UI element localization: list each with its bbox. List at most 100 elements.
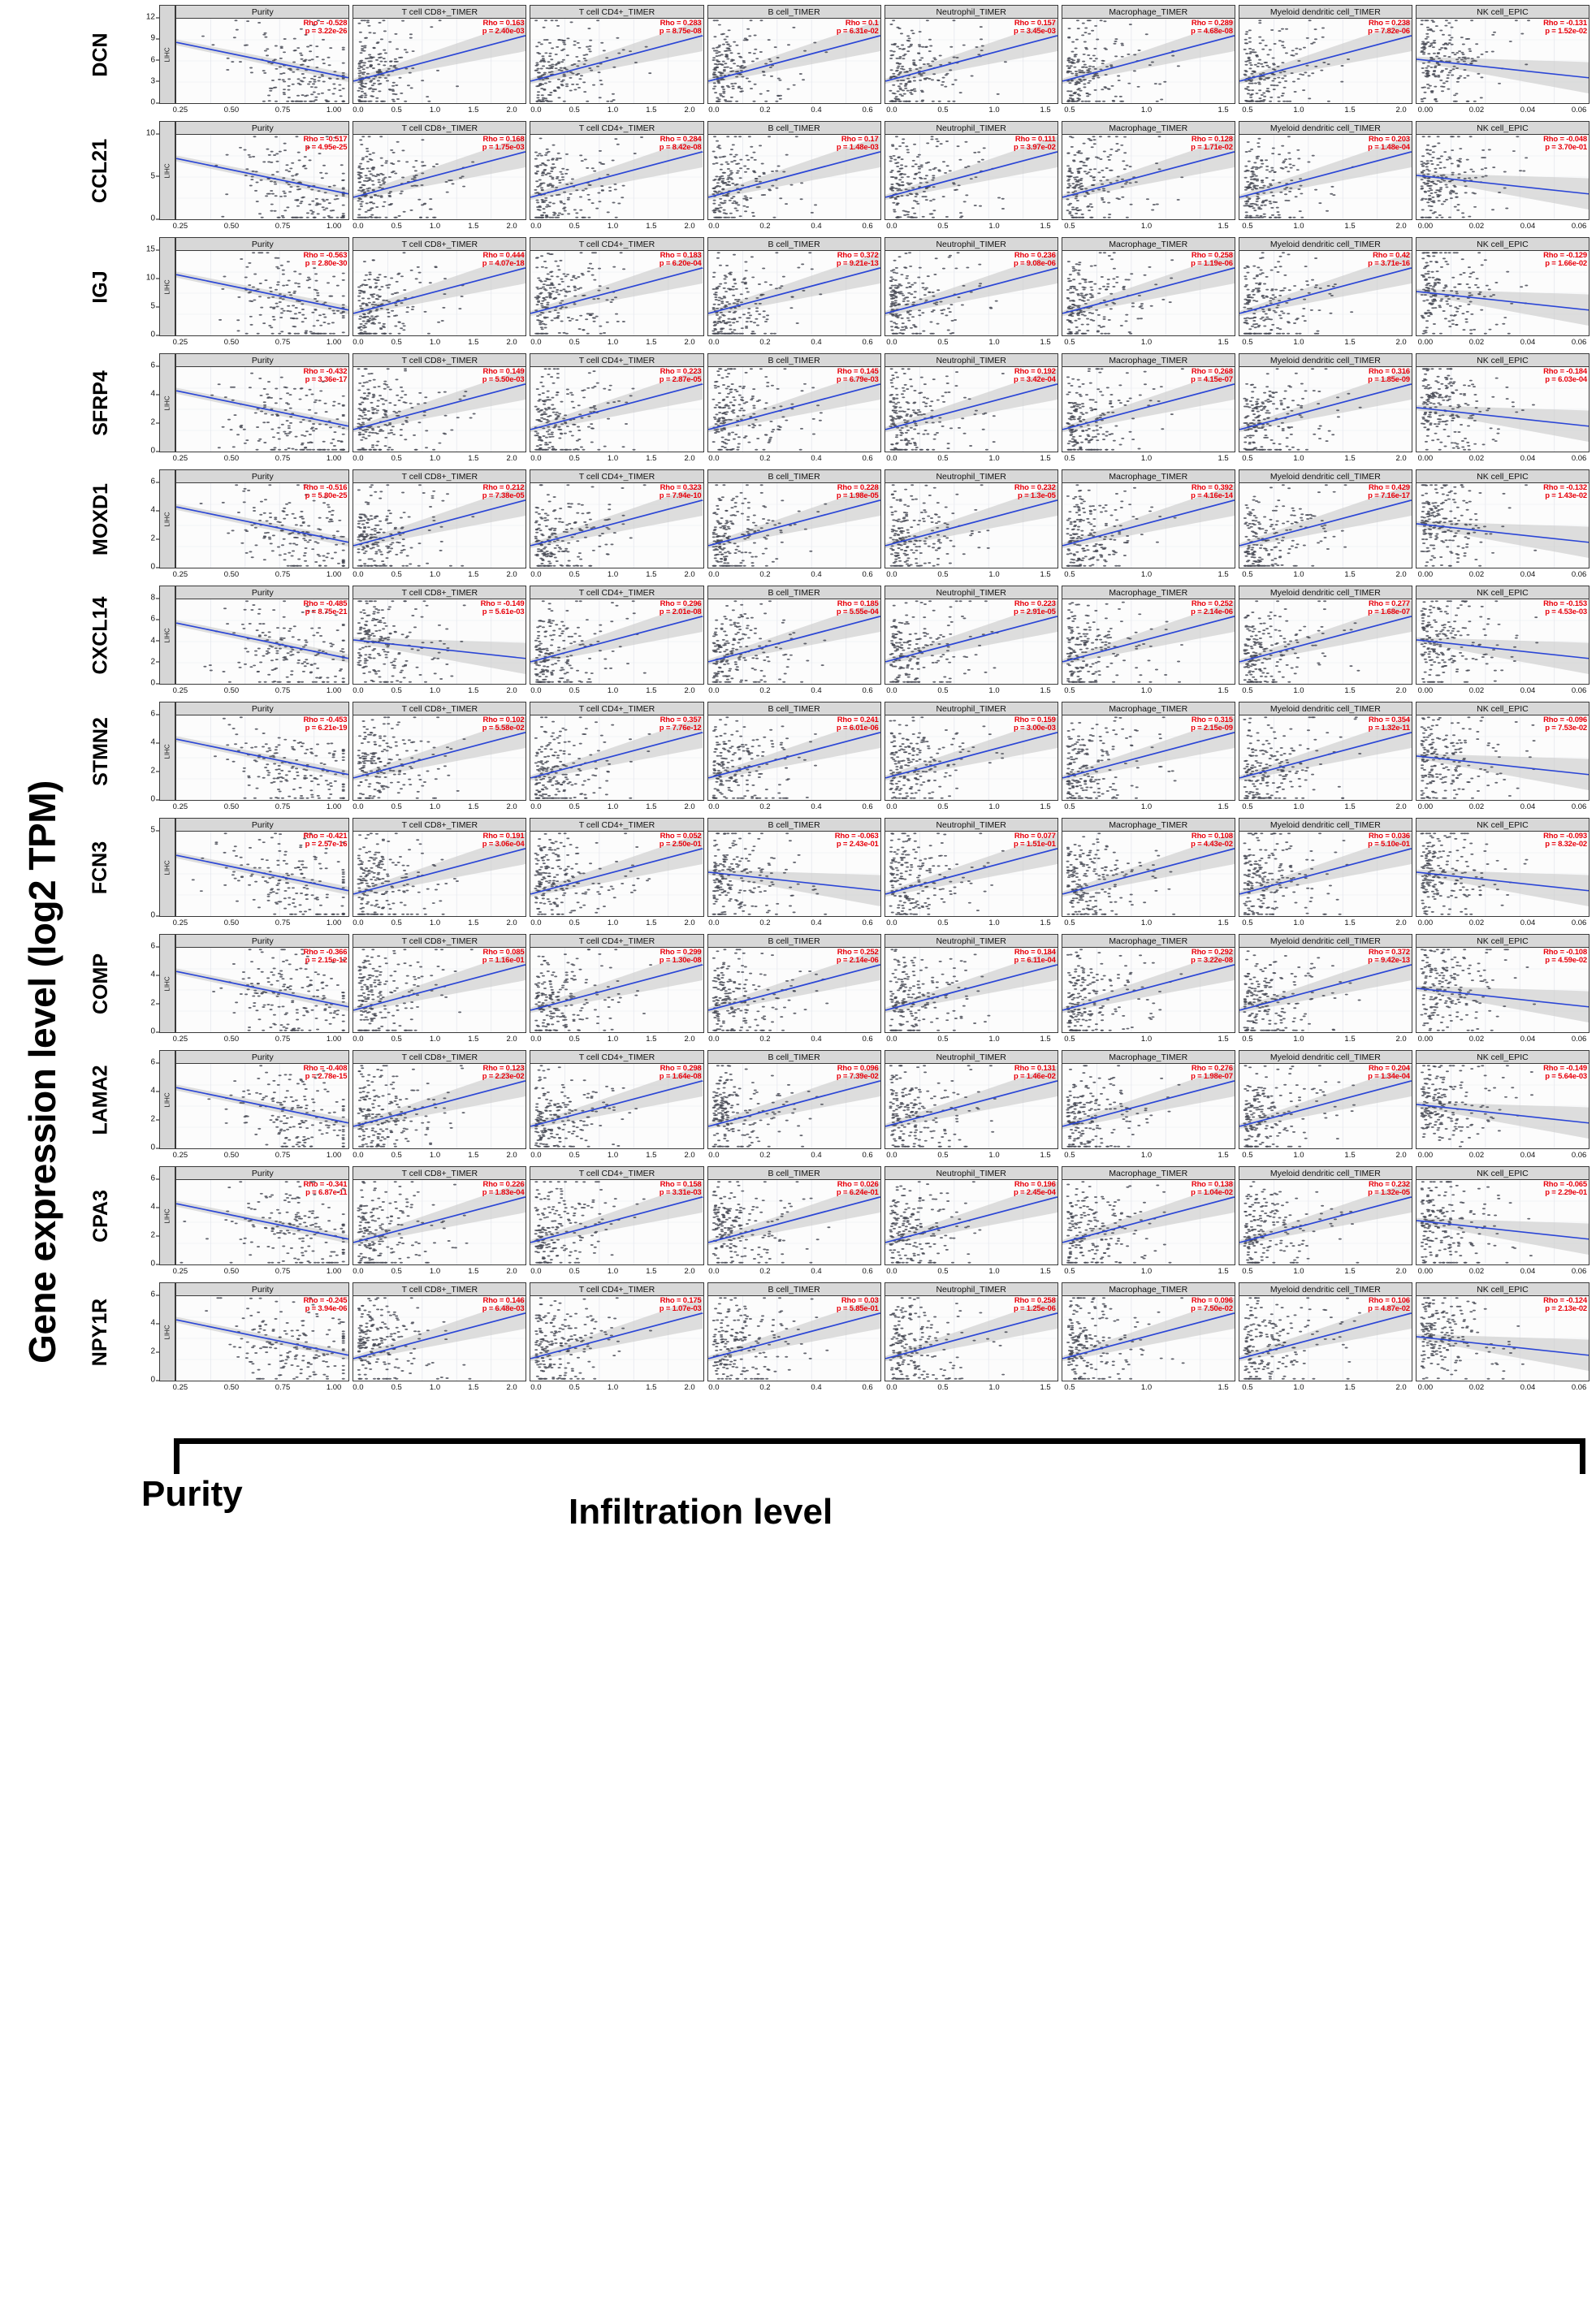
scatter-panel[interactable]: Myeloid dendritic cell_TIMER Rho = 0.232 p…: [1238, 1166, 1412, 1265]
scatter-panel[interactable]: T cell CD4+_TIMER Rho = 0.298 p = 1.64e-08: [530, 1050, 704, 1149]
scatter-panel[interactable]: T cell CD8+_TIMER Rho = 0.444 p = 4.07e-18: [353, 237, 527, 336]
scatter-panel[interactable]: B cell_TIMER Rho = 0.185 p = 5.55e-04: [707, 586, 881, 685]
scatter-panel[interactable]: T cell CD8+_TIMER Rho = 0.163 p = 2.40e-03: [353, 5, 527, 104]
scatter-panel[interactable]: Neutrophil_TIMER Rho = 0.159 p = 3.00e-03: [884, 702, 1058, 801]
scatter-panel[interactable]: Purity Rho = -0.517 p = 4.95e-25: [175, 121, 350, 220]
scatter-panel[interactable]: Myeloid dendritic cell_TIMER Rho = 0.036 p…: [1238, 818, 1412, 917]
scatter-panel[interactable]: Purity Rho = -0.432 p = 3.36e-17: [175, 353, 350, 452]
scatter-panel[interactable]: Neutrophil_TIMER Rho = 0.196 p = 2.45e-04: [884, 1166, 1058, 1265]
scatter-panel[interactable]: Myeloid dendritic cell_TIMER Rho = 0.203 p…: [1238, 121, 1412, 220]
panel-header-1: T cell CD8+_TIMER: [353, 237, 527, 251]
scatter-panel[interactable]: Purity Rho = -0.408 p = 2.78e-15: [175, 1050, 350, 1149]
scatter-panel[interactable]: Purity Rho = -0.528 p = 3.22e-26: [175, 5, 350, 104]
scatter-panel[interactable]: T cell CD4+_TIMER Rho = 0.223 p = 2.87e-05: [530, 353, 704, 452]
scatter-panel[interactable]: NK cell_EPIC Rho = -0.065 p = 2.29e-01: [1415, 1166, 1590, 1265]
scatter-panel[interactable]: Neutrophil_TIMER Rho = 0.192 p = 3.42e-04: [884, 353, 1058, 452]
scatter-panel[interactable]: T cell CD8+_TIMER Rho = 0.191 p = 3.06e-04: [353, 818, 527, 917]
scatter-panel[interactable]: Macrophage_TIMER Rho = 0.315 p = 2.15e-09: [1061, 702, 1235, 801]
scatter-panel[interactable]: NK cell_EPIC Rho = -0.124 p = 2.13e-02: [1415, 1282, 1590, 1381]
scatter-panel[interactable]: Myeloid dendritic cell_TIMER Rho = 0.204 p…: [1238, 1050, 1412, 1149]
scatter-panel[interactable]: Myeloid dendritic cell_TIMER Rho = 0.316 p…: [1238, 353, 1412, 452]
scatter-panel[interactable]: Neutrophil_TIMER Rho = 0.223 p = 2.91e-05: [884, 586, 1058, 685]
scatter-panel[interactable]: Macrophage_TIMER Rho = 0.138 p = 1.04e-02: [1061, 1166, 1235, 1265]
scatter-panel[interactable]: Myeloid dendritic cell_TIMER Rho = 0.354 p…: [1238, 702, 1412, 801]
scatter-panel[interactable]: Neutrophil_TIMER Rho = 0.077 p = 1.51e-01: [884, 818, 1058, 917]
x-tick-label: 0.00: [1418, 338, 1434, 347]
scatter-panel[interactable]: Myeloid dendritic cell_TIMER Rho = 0.106 p…: [1238, 1282, 1412, 1381]
x-tick-label: 1.5: [1344, 1035, 1355, 1044]
scatter-panel[interactable]: Purity Rho = -0.485 p = 8.75e-21: [175, 586, 350, 685]
scatter-panel[interactable]: Myeloid dendritic cell_TIMER Rho = 0.372 p…: [1238, 934, 1412, 1033]
scatter-panel[interactable]: T cell CD8+_TIMER Rho = 0.102 p = 5.58e-02: [353, 702, 527, 801]
scatter-panel[interactable]: T cell CD8+_TIMER Rho = 0.168 p = 1.75e-03: [353, 121, 527, 220]
scatter-panel[interactable]: Macrophage_TIMER Rho = 0.096 p = 7.50e-02: [1061, 1282, 1235, 1381]
scatter-panel[interactable]: Macrophage_TIMER Rho = 0.108 p = 4.43e-02: [1061, 818, 1235, 917]
scatter-panel[interactable]: T cell CD4+_TIMER Rho = 0.183 p = 6.20e-04: [530, 237, 704, 336]
scatter-panel[interactable]: NK cell_EPIC Rho = -0.131 p = 1.52e-02: [1415, 5, 1590, 104]
scatter-panel[interactable]: T cell CD8+_TIMER Rho = 0.085 p = 1.16e-01: [353, 934, 527, 1033]
scatter-panel[interactable]: T cell CD8+_TIMER Rho = 0.146 p = 6.48e-03: [353, 1282, 527, 1381]
scatter-panel[interactable]: Myeloid dendritic cell_TIMER Rho = 0.429 p…: [1238, 469, 1412, 568]
scatter-panel[interactable]: B cell_TIMER Rho = 0.096 p = 7.39e-02: [707, 1050, 881, 1149]
scatter-panel[interactable]: NK cell_EPIC Rho = -0.149 p = 5.64e-03: [1415, 1050, 1590, 1149]
scatter-panel[interactable]: T cell CD4+_TIMER Rho = 0.323 p = 7.94e-10: [530, 469, 704, 568]
scatter-panel[interactable]: T cell CD8+_TIMER Rho = -0.149 p = 5.61e-0…: [353, 586, 527, 685]
scatter-panel[interactable]: Macrophage_TIMER Rho = 0.289 p = 4.68e-08: [1061, 5, 1235, 104]
scatter-panel[interactable]: T cell CD4+_TIMER Rho = 0.296 p = 2.01e-08: [530, 586, 704, 685]
scatter-panel[interactable]: T cell CD8+_TIMER Rho = 0.226 p = 1.83e-04: [353, 1166, 527, 1265]
scatter-panel[interactable]: NK cell_EPIC Rho = -0.048 p = 3.70e-01: [1415, 121, 1590, 220]
scatter-panel[interactable]: Macrophage_TIMER Rho = 0.252 p = 2.14e-06: [1061, 586, 1235, 685]
scatter-panel[interactable]: Neutrophil_TIMER Rho = 0.131 p = 1.46e-02: [884, 1050, 1058, 1149]
x-tick-label: 0.06: [1572, 1035, 1587, 1044]
scatter-panel[interactable]: Purity Rho = -0.245 p = 3.94e-06: [175, 1282, 350, 1381]
scatter-panel[interactable]: B cell_TIMER Rho = -0.063 p = 2.43e-01: [707, 818, 881, 917]
scatter-panel[interactable]: NK cell_EPIC Rho = -0.093 p = 8.32e-02: [1415, 818, 1590, 917]
scatter-panel[interactable]: Macrophage_TIMER Rho = 0.392 p = 4.16e-14: [1061, 469, 1235, 568]
scatter-panel[interactable]: B cell_TIMER Rho = 0.372 p = 9.21e-13: [707, 237, 881, 336]
scatter-panel[interactable]: NK cell_EPIC Rho = -0.129 p = 1.66e-02: [1415, 237, 1590, 336]
scatter-panel[interactable]: Neutrophil_TIMER Rho = 0.157 p = 3.45e-03: [884, 5, 1058, 104]
scatter-panel[interactable]: T cell CD8+_TIMER Rho = 0.149 p = 5.50e-03: [353, 353, 527, 452]
scatter-panel[interactable]: B cell_TIMER Rho = 0.241 p = 6.01e-06: [707, 702, 881, 801]
scatter-panel[interactable]: B cell_TIMER Rho = 0.03 p = 5.85e-01: [707, 1282, 881, 1381]
scatter-panel[interactable]: B cell_TIMER Rho = 0.228 p = 1.98e-05: [707, 469, 881, 568]
scatter-panel[interactable]: Macrophage_TIMER Rho = 0.276 p = 1.98e-07: [1061, 1050, 1235, 1149]
scatter-panel[interactable]: NK cell_EPIC Rho = -0.132 p = 1.43e-02: [1415, 469, 1590, 568]
scatter-panel[interactable]: B cell_TIMER Rho = 0.145 p = 6.79e-03: [707, 353, 881, 452]
scatter-panel[interactable]: Macrophage_TIMER Rho = 0.292 p = 3.22e-08: [1061, 934, 1235, 1033]
scatter-panel[interactable]: Macrophage_TIMER Rho = 0.128 p = 1.71e-02: [1061, 121, 1235, 220]
scatter-panel[interactable]: Purity Rho = -0.366 p = 2.15e-12: [175, 934, 350, 1033]
scatter-panel[interactable]: Purity Rho = -0.453 p = 6.21e-19: [175, 702, 350, 801]
scatter-panel[interactable]: Myeloid dendritic cell_TIMER Rho = 0.238 p…: [1238, 5, 1412, 104]
scatter-panel[interactable]: Purity Rho = -0.563 p = 2.80e-30: [175, 237, 350, 336]
scatter-panel[interactable]: B cell_TIMER Rho = 0.026 p = 6.24e-01: [707, 1166, 881, 1265]
scatter-panel[interactable]: Macrophage_TIMER Rho = 0.268 p = 4.15e-07: [1061, 353, 1235, 452]
scatter-panel[interactable]: NK cell_EPIC Rho = -0.184 p = 6.03e-04: [1415, 353, 1590, 452]
scatter-panel[interactable]: Purity Rho = -0.516 p = 5.80e-25: [175, 469, 350, 568]
scatter-panel[interactable]: B cell_TIMER Rho = 0.252 p = 2.14e-06: [707, 934, 881, 1033]
scatter-panel[interactable]: T cell CD4+_TIMER Rho = 0.357 p = 7.76e-12: [530, 702, 704, 801]
scatter-panel[interactable]: T cell CD8+_TIMER Rho = 0.123 p = 2.23e-02: [353, 1050, 527, 1149]
scatter-panel[interactable]: Myeloid dendritic cell_TIMER Rho = 0.42 p …: [1238, 237, 1412, 336]
scatter-panel[interactable]: Purity Rho = -0.421 p = 2.57e-16: [175, 818, 350, 917]
scatter-panel[interactable]: T cell CD4+_TIMER Rho = 0.299 p = 1.30e-08: [530, 934, 704, 1033]
scatter-panel[interactable]: T cell CD4+_TIMER Rho = 0.158 p = 3.31e-03: [530, 1166, 704, 1265]
scatter-panel[interactable]: T cell CD4+_TIMER Rho = 0.052 p = 2.50e-01: [530, 818, 704, 917]
scatter-panel[interactable]: Macrophage_TIMER Rho = 0.258 p = 1.19e-06: [1061, 237, 1235, 336]
scatter-panel[interactable]: NK cell_EPIC Rho = -0.096 p = 7.53e-02: [1415, 702, 1590, 801]
scatter-panel[interactable]: B cell_TIMER Rho = 0.17 p = 1.48e-03: [707, 121, 881, 220]
scatter-panel[interactable]: T cell CD4+_TIMER Rho = 0.175 p = 1.07e-03: [530, 1282, 704, 1381]
scatter-panel[interactable]: T cell CD8+_TIMER Rho = 0.212 p = 7.38e-05: [353, 469, 527, 568]
scatter-panel[interactable]: Myeloid dendritic cell_TIMER Rho = 0.277 p…: [1238, 586, 1412, 685]
scatter-panel[interactable]: NK cell_EPIC Rho = -0.153 p = 4.53e-03: [1415, 586, 1590, 685]
scatter-panel[interactable]: Neutrophil_TIMER Rho = 0.232 p = 1.3e-05: [884, 469, 1058, 568]
scatter-panel[interactable]: T cell CD4+_TIMER Rho = 0.283 p = 8.75e-08: [530, 5, 704, 104]
scatter-panel[interactable]: Neutrophil_TIMER Rho = 0.236 p = 9.08e-06: [884, 237, 1058, 336]
scatter-panel[interactable]: Neutrophil_TIMER Rho = 0.184 p = 6.11e-04: [884, 934, 1058, 1033]
scatter-panel[interactable]: B cell_TIMER Rho = 0.1 p = 6.31e-02: [707, 5, 881, 104]
scatter-panel[interactable]: Neutrophil_TIMER Rho = 0.111 p = 3.97e-02: [884, 121, 1058, 220]
scatter-panel[interactable]: NK cell_EPIC Rho = -0.108 p = 4.59e-02: [1415, 934, 1590, 1033]
scatter-panel[interactable]: Neutrophil_TIMER Rho = 0.258 p = 1.25e-06: [884, 1282, 1058, 1381]
scatter-panel[interactable]: Purity Rho = -0.341 p = 6.87e-11: [175, 1166, 350, 1265]
scatter-panel[interactable]: T cell CD4+_TIMER Rho = 0.284 p = 8.42e-08: [530, 121, 704, 220]
